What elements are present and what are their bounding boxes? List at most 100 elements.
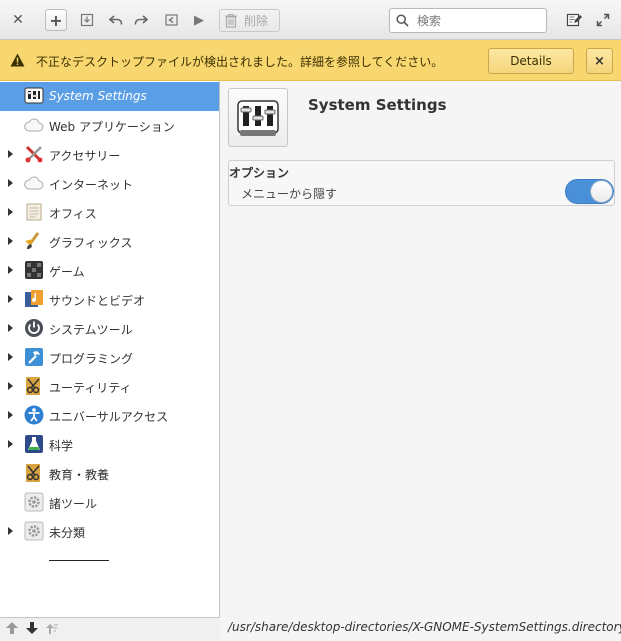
tree-item-web-applications[interactable]: Web アプリケーション xyxy=(0,111,219,140)
item-title: System Settings xyxy=(308,96,447,114)
tree-item-utilities[interactable]: ユーティリティ xyxy=(0,372,219,401)
infobar-close-button[interactable]: × xyxy=(586,48,613,74)
tree-item-label: Web アプリケーション xyxy=(49,120,175,134)
sort-button[interactable] xyxy=(45,621,59,638)
education-icon xyxy=(24,463,44,483)
hide-from-menu-label: メニューから隠す xyxy=(241,187,338,201)
details-label: Details xyxy=(510,54,552,68)
close-button[interactable]: ✕ xyxy=(7,9,29,31)
expander-arrow-icon[interactable] xyxy=(8,295,13,303)
hide-from-menu-switch[interactable] xyxy=(565,179,614,204)
tree-item-label: グラフィックス xyxy=(49,236,133,250)
tree-item-system-tools[interactable]: システムツール xyxy=(0,314,219,343)
tree-item-uncategorized[interactable]: 未分類 xyxy=(0,517,219,546)
hammer-icon xyxy=(24,347,44,367)
expander-arrow-icon[interactable] xyxy=(8,353,13,361)
edit-icon xyxy=(566,13,582,27)
close-icon: ✕ xyxy=(12,12,24,28)
add-item-button[interactable]: + xyxy=(45,9,67,31)
arrow-up-icon xyxy=(6,622,18,634)
tree-item-sound-video[interactable]: サウンドとビデオ xyxy=(0,285,219,314)
tree-item-office[interactable]: オフィス xyxy=(0,198,219,227)
undo-button[interactable] xyxy=(105,9,127,31)
office-icon xyxy=(24,202,44,222)
gear-icon xyxy=(24,492,44,512)
tree-item-label: ゲーム xyxy=(49,265,85,279)
expander-arrow-icon[interactable] xyxy=(8,179,13,187)
tree-item-other-tools[interactable]: 諸ツール xyxy=(0,488,219,517)
separator-item[interactable] xyxy=(49,560,109,561)
details-button[interactable]: Details xyxy=(488,48,574,74)
tree-item-label: 教育・教養 xyxy=(49,468,110,482)
category-tree[interactable]: System Settings Web アプリケーション アクセサリー インター… xyxy=(0,81,220,618)
tree-item-label: System Settings xyxy=(49,89,147,103)
cloud-icon xyxy=(24,115,44,135)
expander-arrow-icon[interactable] xyxy=(8,208,13,216)
science-icon xyxy=(24,434,44,454)
accessibility-icon xyxy=(24,405,44,425)
download-icon xyxy=(80,13,94,27)
edit-desktop-file-button[interactable] xyxy=(563,9,585,31)
redo-button[interactable] xyxy=(130,9,152,31)
expander-arrow-icon[interactable] xyxy=(8,527,13,535)
graphics-icon xyxy=(24,231,44,251)
tree-item-label: オフィス xyxy=(49,207,97,221)
accessories-icon xyxy=(24,144,44,164)
search-icon xyxy=(396,14,409,27)
tree-item-games[interactable]: ゲーム xyxy=(0,256,219,285)
delete-label: 削除 xyxy=(244,14,269,28)
move-up-button[interactable] xyxy=(5,621,19,638)
multimedia-icon xyxy=(24,289,44,309)
expander-arrow-icon[interactable] xyxy=(8,324,13,332)
tree-item-education[interactable]: 教育・教養 xyxy=(0,459,219,488)
tree-item-universal-access[interactable]: ユニバーサルアクセス xyxy=(0,401,219,430)
plus-icon: + xyxy=(49,10,63,30)
system-settings-icon xyxy=(24,86,44,106)
expander-arrow-icon[interactable] xyxy=(8,237,13,245)
tree-item-system-settings[interactable]: System Settings xyxy=(0,82,219,111)
switch-knob xyxy=(590,180,613,203)
header-bar: ✕ + ▶ 削除 xyxy=(0,0,621,40)
move-toolbar xyxy=(0,618,220,641)
revert-button[interactable] xyxy=(161,9,183,31)
close-icon: × xyxy=(594,53,605,69)
warning-icon xyxy=(10,53,25,67)
expander-arrow-icon[interactable] xyxy=(8,440,13,448)
games-icon xyxy=(24,260,44,280)
tree-item-science[interactable]: 科学 xyxy=(0,430,219,459)
arrow-down-icon xyxy=(26,622,38,634)
fullscreen-button[interactable] xyxy=(592,9,614,31)
add-separator-button[interactable] xyxy=(76,9,98,31)
expander-arrow-icon[interactable] xyxy=(8,411,13,419)
expander-arrow-icon[interactable] xyxy=(8,266,13,274)
tree-item-label: プログラミング xyxy=(49,352,134,366)
warning-message: 不正なデスクトップファイルが検出されました。詳細を参照してください。 xyxy=(36,55,444,69)
trash-icon xyxy=(225,13,237,28)
sort-icon xyxy=(46,624,58,634)
tree-item-accessories[interactable]: アクセサリー xyxy=(0,140,219,169)
system-settings-icon xyxy=(237,99,279,136)
tree-item-label: アクセサリー xyxy=(49,149,121,163)
search-box[interactable] xyxy=(389,8,547,33)
tree-item-label: システムツール xyxy=(49,323,133,337)
options-section: オプション メニューから隠す xyxy=(228,160,615,206)
tree-item-label: サウンドとビデオ xyxy=(49,294,146,308)
tree-item-internet[interactable]: インターネット xyxy=(0,169,219,198)
gear-icon xyxy=(24,521,44,541)
expander-arrow-icon[interactable] xyxy=(8,150,13,158)
delete-button[interactable]: 削除 xyxy=(219,9,280,32)
tree-item-label: ユーティリティ xyxy=(49,381,132,395)
revert-icon xyxy=(165,14,178,26)
tree-item-programming[interactable]: プログラミング xyxy=(0,343,219,372)
search-input[interactable] xyxy=(415,12,539,29)
run-button[interactable]: ▶ xyxy=(188,9,210,31)
redo-icon xyxy=(134,15,149,25)
play-icon: ▶ xyxy=(194,12,204,28)
move-down-button[interactable] xyxy=(25,621,39,638)
tree-item-label: インターネット xyxy=(49,178,134,192)
tree-item-graphics[interactable]: グラフィックス xyxy=(0,227,219,256)
expander-arrow-icon[interactable] xyxy=(8,382,13,390)
file-path-label: /usr/share/desktop-directories/X-GNOME-S… xyxy=(228,620,621,634)
maximize-icon xyxy=(596,13,610,27)
category-icon-button[interactable] xyxy=(228,88,288,147)
